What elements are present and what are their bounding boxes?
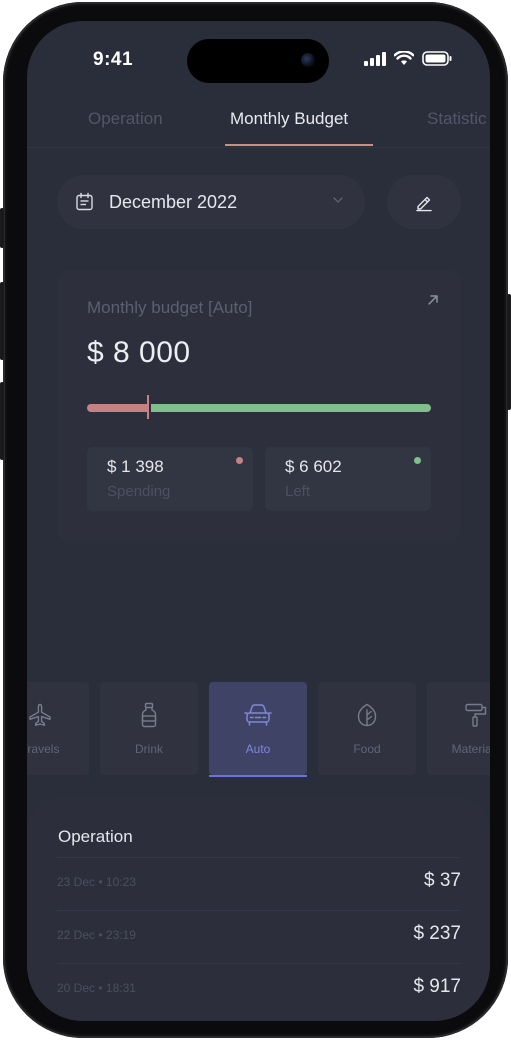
tab-operation[interactable]: Operation [88,109,163,129]
category-food[interactable]: Food [318,682,416,775]
spending-stat: $ 1 398 Spending [87,447,253,511]
plane-icon [29,703,51,726]
period-selector[interactable]: December 2022 [57,175,365,229]
category-label: Drink [134,742,163,756]
edit-button[interactable] [387,175,461,229]
progress-marker [147,395,149,419]
left-value: $ 6 602 [285,457,342,476]
volume-down-button [0,382,4,460]
operation-amount: $ 237 [413,923,461,944]
category-auto[interactable]: Auto [209,682,307,777]
power-button [507,294,511,410]
operation-row[interactable]: 23 Dec • 10:23 $ 37 [57,857,461,909]
spending-bar [87,404,147,412]
leaf-icon [357,703,377,727]
camera-icon [301,53,315,67]
bottle-icon [141,702,157,728]
budget-title: Monthly budget [Auto] [87,298,253,317]
left-label: Left [285,483,311,500]
left-stat: $ 6 602 Left [265,447,431,511]
category-label: Materials [451,742,490,756]
wifi-icon [394,51,414,65]
paint-roller-icon [465,703,487,727]
status-time: 9:41 [93,49,134,70]
period-label: December 2022 [109,191,238,212]
phone-frame: 9:41 Operation Monthly Budget Statistic … [0,2,511,1038]
row-divider [57,857,461,858]
volume-up-button [0,282,4,360]
status-icons [364,51,452,66]
tab-bar: Operation Monthly Budget Statistic [27,105,490,149]
screen: 9:41 Operation Monthly Budget Statistic … [27,21,490,1021]
pencil-icon [416,196,432,212]
tab-statistic[interactable]: Statistic [427,109,487,129]
battery-icon [422,51,452,66]
left-dot [414,457,421,464]
car-icon [244,704,272,726]
operation-row[interactable]: 20 Dec • 18:31 $ 917 [57,963,461,1015]
category-materials[interactable]: Materials [427,682,490,775]
operation-date: 20 Dec • 18:31 [57,981,136,995]
category-label: Food [353,742,381,756]
budget-amount: $ 8 000 [87,336,191,369]
active-category-indicator [209,775,307,777]
operations-title: Operation [58,827,133,846]
row-divider [57,963,461,964]
calendar-icon [76,192,93,211]
spending-label: Spending [107,483,171,500]
chevron-down-icon [333,197,343,203]
operation-row[interactable]: 22 Dec • 23:19 $ 237 [57,910,461,962]
operation-amount: $ 917 [413,976,461,997]
action-button [0,208,4,248]
operation-date: 23 Dec • 10:23 [57,875,136,889]
category-label: Travels [27,742,60,756]
active-tab-indicator [225,144,373,146]
signal-icon [364,51,386,66]
left-bar [151,404,431,412]
category-travels[interactable]: Travels [27,682,89,775]
tabs-divider [27,147,490,148]
operations-panel: Operation 23 Dec • 10:23 $ 37 22 Dec • 2… [27,797,490,1021]
operation-date: 22 Dec • 23:19 [57,928,136,942]
operation-amount: $ 37 [424,870,461,891]
category-drink[interactable]: Drink [100,682,198,775]
row-divider [57,910,461,911]
dynamic-island [187,39,329,83]
tab-monthly-budget[interactable]: Monthly Budget [230,109,348,129]
spending-value: $ 1 398 [107,457,164,476]
budget-progress-bar [87,395,431,419]
arrow-up-right-icon[interactable] [427,294,439,306]
category-carousel[interactable]: Travels Drink [27,682,490,777]
budget-card[interactable]: Monthly budget [Auto] $ 8 000 $ 1 398 Sp… [57,270,461,541]
category-label: Auto [245,742,271,756]
spending-dot [236,457,243,464]
